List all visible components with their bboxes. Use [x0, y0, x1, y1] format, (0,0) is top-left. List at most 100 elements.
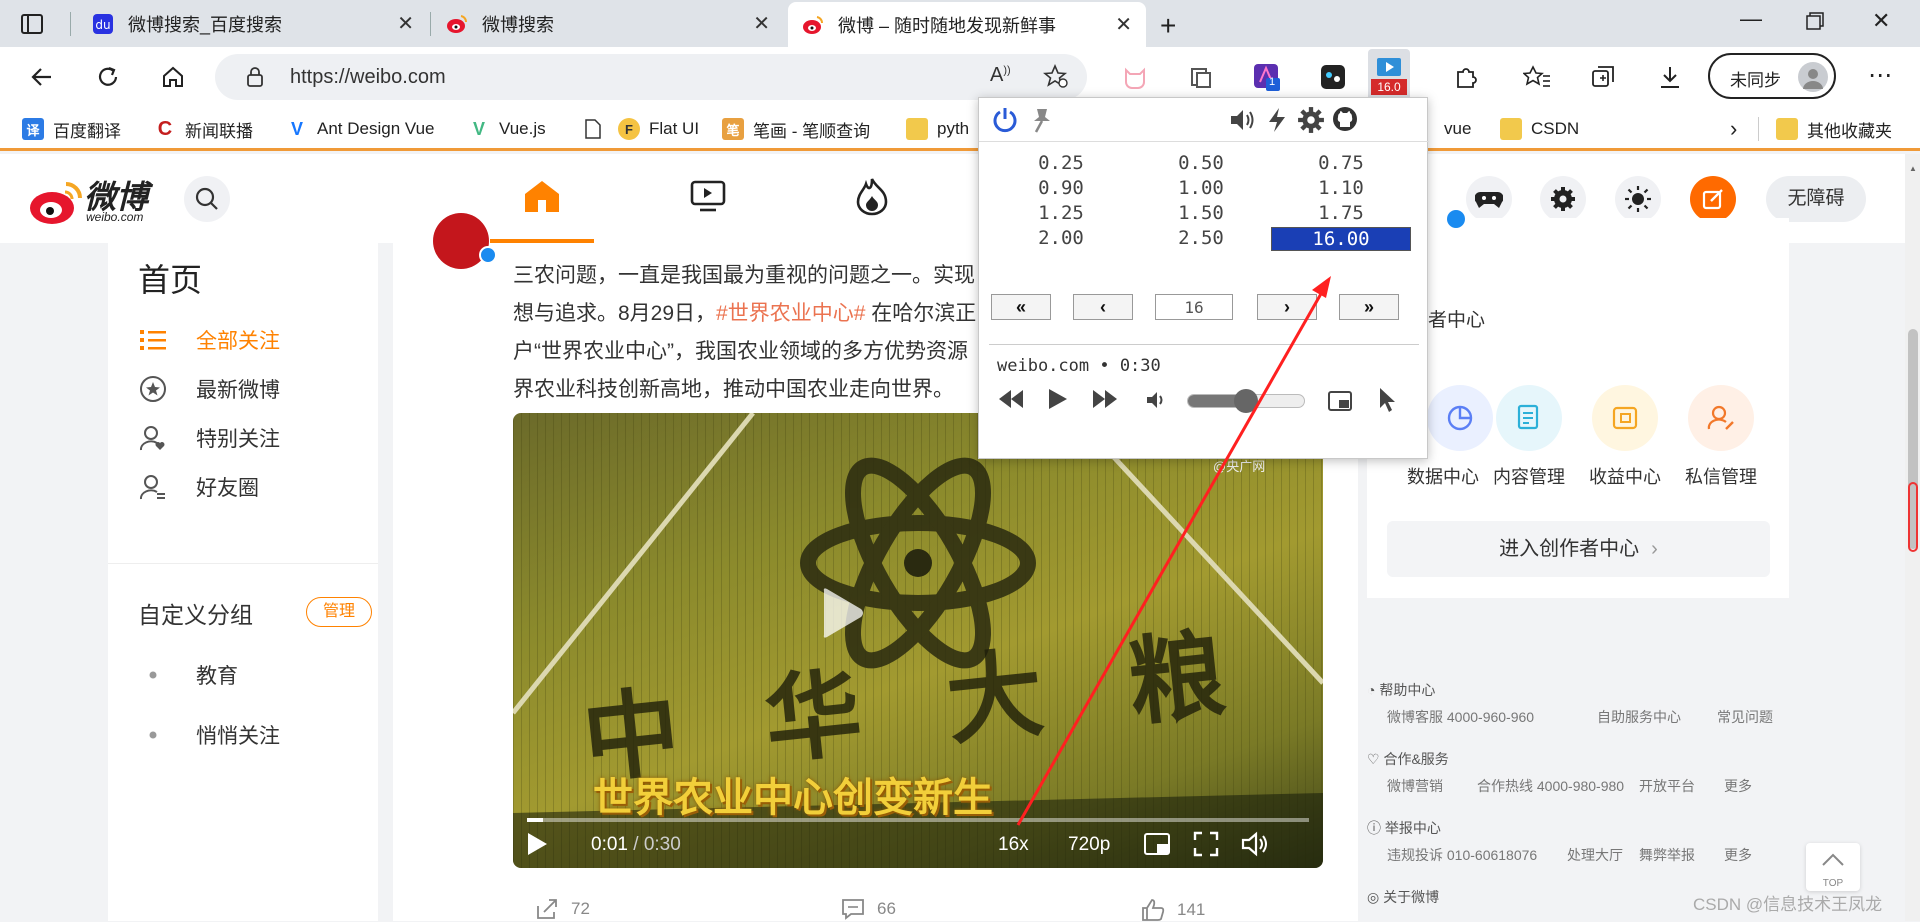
- home-nav-icon[interactable]: [522, 178, 562, 214]
- back-to-top-button[interactable]: TOP: [1806, 843, 1860, 891]
- footer-link[interactable]: 舞弊举报: [1639, 845, 1695, 865]
- game-controller-icon[interactable]: [1466, 176, 1512, 222]
- downloads-icon[interactable]: [1655, 62, 1685, 92]
- share-button[interactable]: 72: [535, 898, 590, 920]
- tab-weibo-search[interactable]: 微博搜索 ✕: [432, 0, 784, 47]
- speed-option[interactable]: 2.00: [991, 227, 1131, 249]
- back-icon[interactable]: [27, 62, 57, 92]
- bookmark-folder-vue[interactable]: vue: [1444, 115, 1471, 143]
- fast-forward-icon[interactable]: [1091, 388, 1119, 410]
- sound-icon[interactable]: [1229, 108, 1257, 132]
- bookmark-folder-python[interactable]: pyth: [906, 115, 969, 143]
- compose-post-icon[interactable]: [1690, 176, 1736, 222]
- speed-option[interactable]: 1.25: [991, 202, 1131, 224]
- footer-link[interactable]: 合作热线 4000-980-980: [1477, 776, 1624, 796]
- content-manage-icon[interactable]: [1496, 385, 1562, 451]
- footer-link[interactable]: 微博营销: [1387, 776, 1443, 796]
- speed-option[interactable]: 0.90: [991, 177, 1131, 199]
- close-icon[interactable]: ✕: [1115, 12, 1132, 37]
- volume-knob[interactable]: [1234, 389, 1258, 413]
- video-progress-bar[interactable]: [527, 818, 1309, 822]
- play-icon[interactable]: [1047, 388, 1069, 410]
- theme-sun-icon[interactable]: [1615, 176, 1661, 222]
- hot-nav-icon[interactable]: [854, 176, 890, 216]
- volume-icon[interactable]: [1241, 831, 1271, 857]
- footer-link[interactable]: 常见问题: [1717, 707, 1773, 727]
- close-icon[interactable]: ✕: [397, 11, 414, 36]
- add-favorite-icon[interactable]: [1043, 63, 1069, 89]
- footer-link[interactable]: 违规投诉 010-60618076: [1387, 845, 1537, 865]
- group-item-education[interactable]: 教育: [138, 655, 238, 695]
- manage-button[interactable]: 管理: [306, 597, 372, 627]
- data-center-icon[interactable]: [1427, 385, 1493, 451]
- creator-item-label[interactable]: 收益中心: [1577, 463, 1673, 489]
- lightning-icon[interactable]: [1265, 106, 1289, 134]
- bookmark-stroke-lookup[interactable]: 笔笔画 - 笔顺查询: [722, 115, 870, 143]
- gear-icon[interactable]: [1297, 106, 1325, 134]
- cat-extension-icon[interactable]: [1120, 62, 1150, 92]
- speed-option[interactable]: 1.10: [1271, 177, 1411, 199]
- footer-link[interactable]: 更多: [1724, 845, 1752, 865]
- creator-item-label[interactable]: 私信管理: [1673, 463, 1769, 489]
- game-extension-icon[interactable]: [1318, 62, 1348, 92]
- window-close-icon[interactable]: ✕: [1872, 8, 1890, 34]
- bookmark-flat-ui[interactable]: F Flat UI: [618, 115, 699, 143]
- pip-icon[interactable]: [1327, 390, 1353, 412]
- fastest-step-button[interactable]: »: [1339, 294, 1399, 320]
- favorites-icon[interactable]: [1522, 62, 1552, 92]
- close-icon[interactable]: ✕: [753, 11, 770, 36]
- tab-weibo-home[interactable]: 微博 – 随时随地发现新鲜事 ✕: [788, 2, 1146, 47]
- center-play-icon[interactable]: [809, 583, 869, 643]
- footer-link[interactable]: 自助服务中心: [1597, 707, 1681, 727]
- footer-link[interactable]: 微博客服 4000-960-960: [1387, 707, 1534, 727]
- slower-step-button[interactable]: ‹: [1073, 294, 1133, 320]
- lock-icon[interactable]: [245, 66, 265, 88]
- volume-icon[interactable]: [1145, 390, 1167, 410]
- faster-step-button[interactable]: ›: [1257, 294, 1317, 320]
- restore-icon[interactable]: [1806, 12, 1824, 30]
- rewind-icon[interactable]: [997, 388, 1025, 410]
- scroll-up-icon[interactable]: ▲: [1909, 164, 1917, 173]
- fullscreen-icon[interactable]: [1193, 831, 1219, 857]
- extensions-puzzle-icon[interactable]: [1450, 62, 1480, 92]
- read-aloud-icon[interactable]: A)): [990, 64, 1011, 87]
- more-menu-icon[interactable]: ⋯: [1868, 61, 1892, 90]
- volume-slider[interactable]: [1187, 389, 1305, 413]
- video-player[interactable]: @央广网 中 华 大 粮 世界农业中心创变新生 0:01 / 0:30 16x …: [513, 413, 1323, 868]
- step-input[interactable]: 16: [1155, 294, 1233, 320]
- reload-icon[interactable]: [93, 62, 123, 92]
- speed-option[interactable]: 1.00: [1131, 177, 1271, 199]
- speed-option[interactable]: 1.50: [1131, 202, 1271, 224]
- group-item-quiet[interactable]: 悄悄关注: [138, 715, 280, 755]
- cursor-icon[interactable]: [1377, 386, 1397, 414]
- enter-creator-center-button[interactable]: 进入创作者中心 ›: [1387, 521, 1770, 577]
- footer-link[interactable]: 更多: [1724, 776, 1752, 796]
- profile-sync-button[interactable]: 未同步: [1708, 53, 1836, 99]
- weibo-logo[interactable]: 微博 weibo.com: [28, 172, 168, 228]
- nav-item-all-following[interactable]: 全部关注: [138, 320, 280, 360]
- quality-control[interactable]: 720p: [1068, 834, 1110, 856]
- nav-item-friends[interactable]: 好友圈: [138, 467, 259, 507]
- pin-icon[interactable]: [1027, 106, 1055, 134]
- footer-link[interactable]: 开放平台: [1639, 776, 1695, 796]
- collections-icon[interactable]: [1588, 62, 1618, 92]
- purple-extension-icon[interactable]: 1: [1252, 62, 1282, 92]
- speed-option[interactable]: 0.25: [991, 152, 1131, 174]
- bookmark-other-favorites[interactable]: 其他收藏夹: [1776, 115, 1892, 143]
- speed-control[interactable]: 16x: [998, 834, 1029, 856]
- minimize-icon[interactable]: —: [1740, 6, 1762, 32]
- bookmarks-overflow-chevron-icon[interactable]: ›: [1730, 115, 1737, 143]
- speed-option[interactable]: 0.75: [1271, 152, 1411, 174]
- messages-manage-icon[interactable]: [1688, 385, 1754, 451]
- nav-item-latest[interactable]: 最新微博: [138, 369, 280, 409]
- speed-option[interactable]: 0.50: [1131, 152, 1271, 174]
- bookmark-baidu-translate[interactable]: 译百度翻译: [22, 115, 121, 143]
- creator-item-label[interactable]: 数据中心: [1395, 463, 1491, 489]
- tab-actions-icon[interactable]: [20, 12, 44, 36]
- home-icon[interactable]: [158, 62, 188, 92]
- new-tab-icon[interactable]: +: [1160, 10, 1176, 42]
- address-bar[interactable]: https://weibo.com A)): [215, 54, 1087, 100]
- power-icon[interactable]: [991, 106, 1019, 134]
- like-button[interactable]: 141: [1141, 898, 1205, 922]
- bookmark-vuejs[interactable]: V Vue.js: [468, 115, 546, 143]
